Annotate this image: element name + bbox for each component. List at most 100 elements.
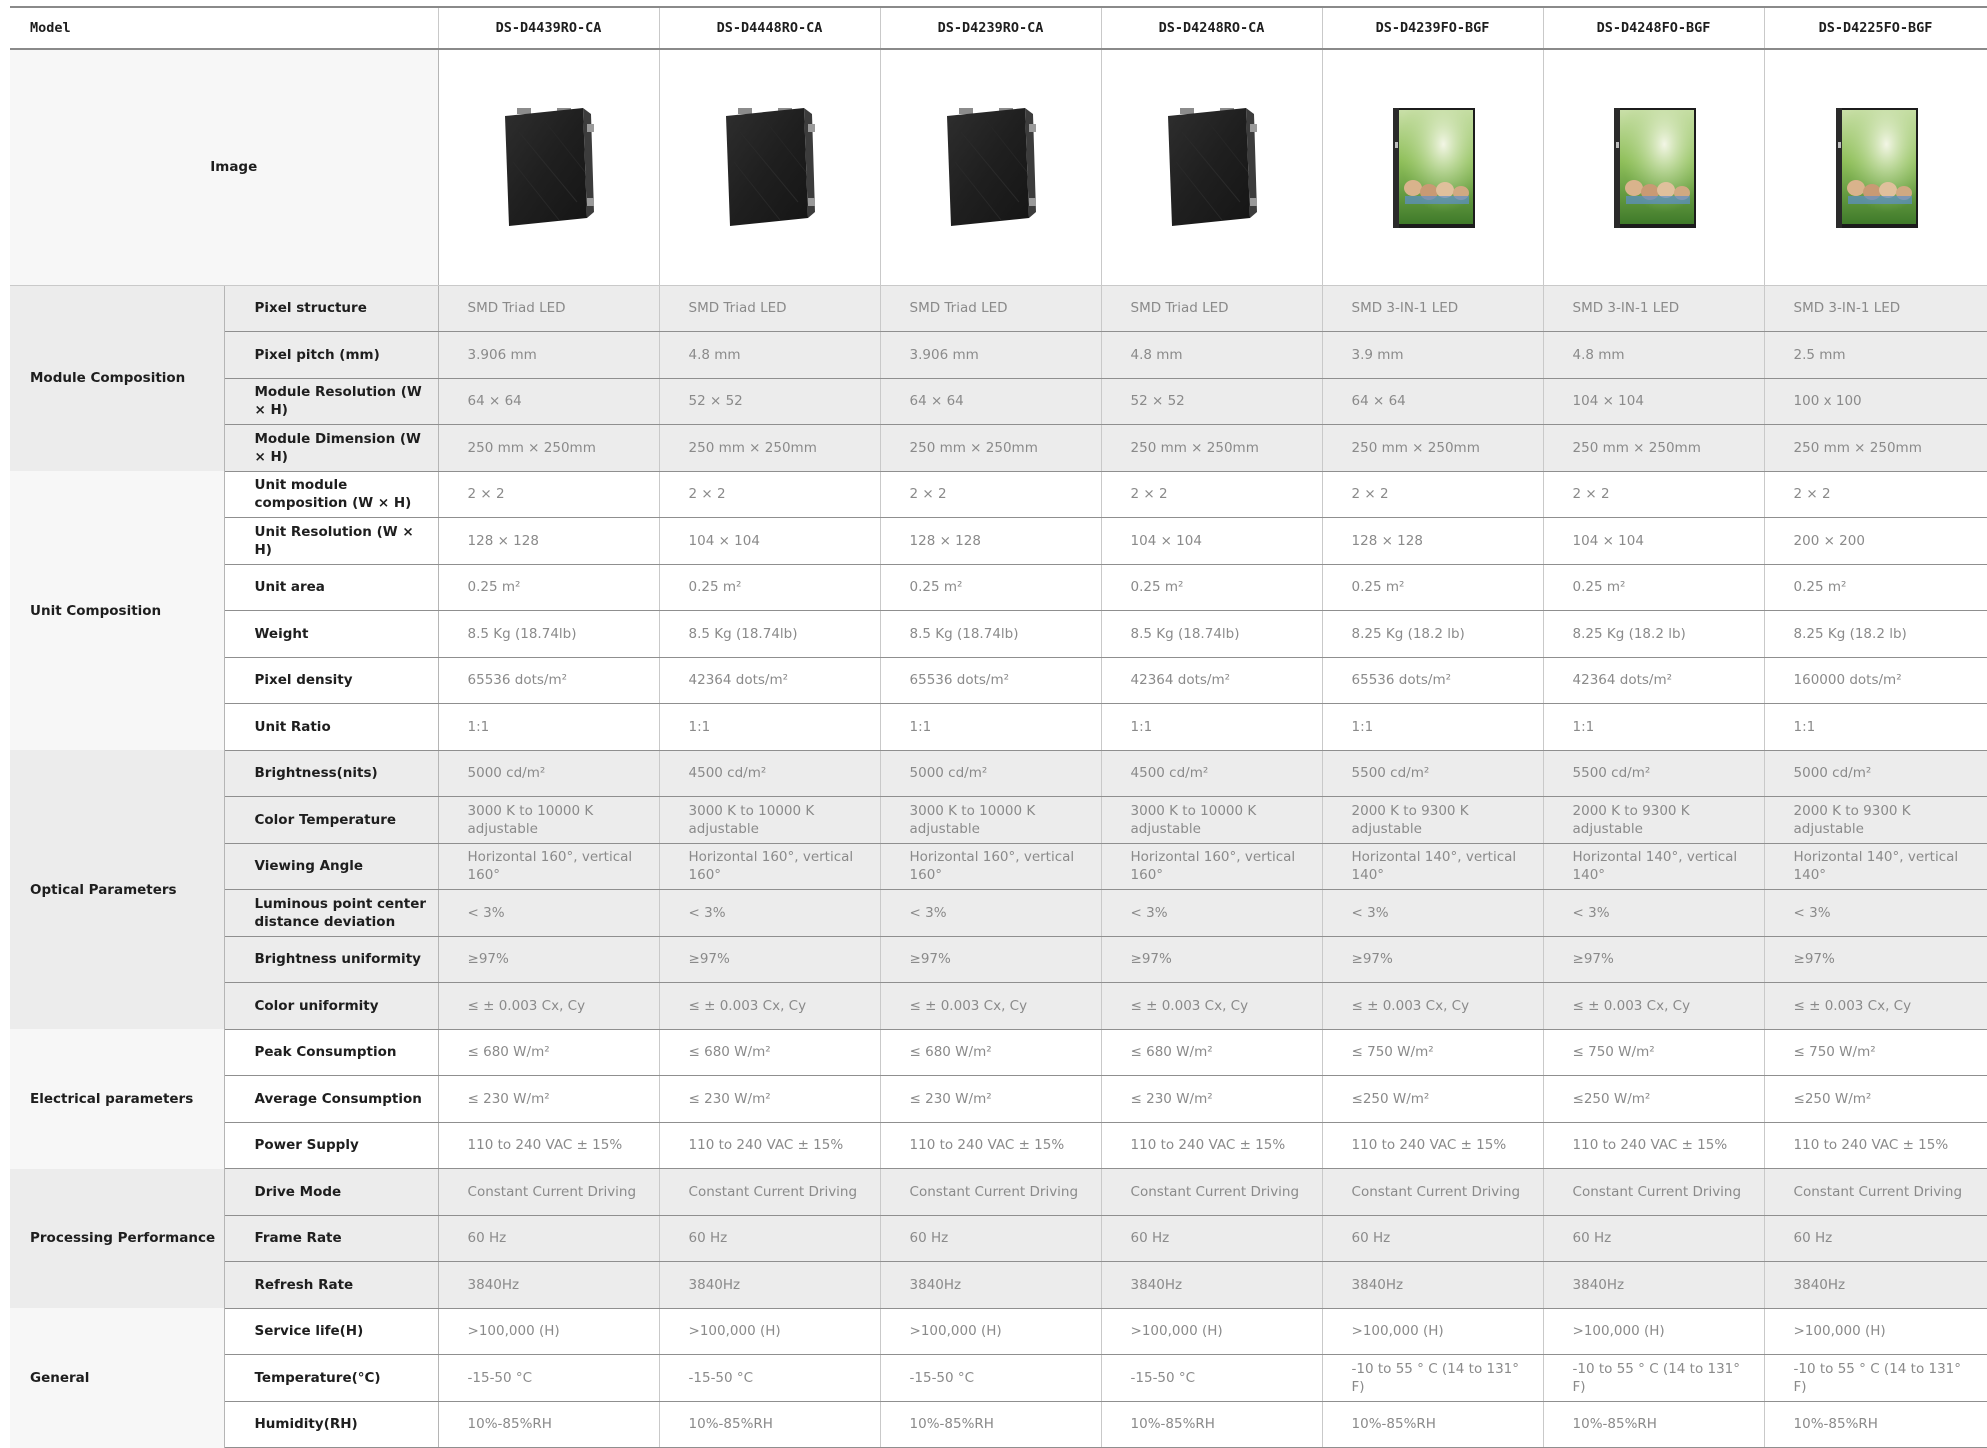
- spec-value: 250 mm × 250mm: [1101, 424, 1323, 472]
- spec-value: 60 Hz: [659, 1215, 881, 1262]
- product-image: [438, 49, 660, 286]
- model-name: DS-D4239FO-BGF: [1322, 6, 1544, 50]
- spec-value: ≥97%: [1764, 936, 1987, 983]
- spec-value: 64 × 64: [1322, 378, 1544, 425]
- spec-value: 5500 cd/m²: [1543, 750, 1765, 797]
- spec-value: ≤ 750 W/m²: [1543, 1029, 1765, 1076]
- spec-value: ≤ ± 0.003 Cx, Cy: [1543, 982, 1765, 1030]
- spec-value: 3840Hz: [659, 1261, 881, 1309]
- spec-value: 42364 dots/m²: [659, 657, 881, 704]
- spec-value: < 3%: [1322, 889, 1544, 937]
- spec-row: Module Resolution (W × H) 64 × 64 52 × 52 6…: [10, 378, 1987, 425]
- param-label: Humidity(RH): [224, 1401, 439, 1448]
- param-label: Unit area: [224, 564, 439, 611]
- spec-value: < 3%: [438, 889, 660, 937]
- spec-value: Constant Current Driving: [880, 1168, 1102, 1216]
- spec-value: >100,000 (H): [659, 1308, 881, 1355]
- spec-value: -15-50 °C: [880, 1354, 1102, 1402]
- spec-value: ≤ 230 W/m²: [438, 1075, 660, 1123]
- spec-row: Processing Performance Drive Mode Constant…: [10, 1168, 1987, 1308]
- spec-value: -10 to 55 ° C (14 to 131° F): [1322, 1354, 1544, 1402]
- param-label: Viewing Angle: [224, 843, 439, 890]
- spec-value: ≤250 W/m²: [1543, 1075, 1765, 1123]
- product-image: [880, 49, 1102, 286]
- spec-value: 42364 dots/m²: [1101, 657, 1323, 704]
- spec-value: 8.25 Kg (18.2 lb): [1322, 610, 1544, 658]
- spec-value: 2000 K to 9300 K adjustable: [1322, 796, 1544, 844]
- spec-row: Frame Rate 60 Hz 60 Hz 60 Hz 60 Hz 60 Hz 60 Hz…: [10, 1215, 1987, 1262]
- param-label: Pixel pitch (mm): [224, 331, 439, 379]
- param-label: Brightness uniformity: [224, 936, 439, 983]
- spec-value: -15-50 °C: [1101, 1354, 1323, 1402]
- spec-value: 200 × 200: [1764, 517, 1987, 565]
- spec-value: 250 mm × 250mm: [1543, 424, 1765, 472]
- spec-value: 60 Hz: [1322, 1215, 1544, 1262]
- spec-value: SMD Triad LED: [438, 285, 660, 332]
- model-name: DS-D4439RO-CA: [438, 6, 660, 50]
- spec-row: Unit Ratio 1:1 1:1 1:1 1:1 1:1 1:1 1:1: [10, 703, 1987, 751]
- spec-value: 110 to 240 VAC ± 15%: [1322, 1122, 1544, 1169]
- spec-value: 3.906 mm: [438, 331, 660, 379]
- spec-value: 5000 cd/m²: [438, 750, 660, 797]
- param-label: Color Temperature: [224, 796, 439, 844]
- spec-value: ≤ 680 W/m²: [1101, 1029, 1323, 1076]
- led-panel-dark-image: [946, 108, 1036, 227]
- param-label: Unit Ratio: [224, 703, 439, 751]
- model-name: DS-D4248RO-CA: [1101, 6, 1323, 50]
- led-panel-photo-image: [1613, 108, 1696, 229]
- spec-value: SMD 3-IN-1 LED: [1543, 285, 1765, 332]
- spec-value: 2 × 2: [1322, 471, 1544, 518]
- model-name: DS-D4225FO-BGF: [1764, 6, 1987, 50]
- spec-value: 3840Hz: [1322, 1261, 1544, 1309]
- header-row: Model DS-D4439RO-CA DS-D4448RO-CA DS-D42…: [10, 6, 1987, 50]
- spec-value: ≤ ± 0.003 Cx, Cy: [1322, 982, 1544, 1030]
- spec-value: ≥97%: [438, 936, 660, 983]
- spec-value: 8.5 Kg (18.74lb): [438, 610, 660, 658]
- spec-row: Viewing Angle Horizontal 160°, vertical 1…: [10, 843, 1987, 890]
- image-row: Image: [10, 49, 1987, 286]
- group-label: Processing Performance: [10, 1168, 225, 1308]
- spec-value: ≥97%: [1101, 936, 1323, 983]
- param-label: Module Resolution (W × H): [224, 378, 439, 425]
- spec-value: 128 × 128: [438, 517, 660, 565]
- spec-value: ≤ 750 W/m²: [1322, 1029, 1544, 1076]
- spec-value: 110 to 240 VAC ± 15%: [1543, 1122, 1765, 1169]
- spec-value: 8.5 Kg (18.74lb): [880, 610, 1102, 658]
- spec-value: 3840Hz: [1764, 1261, 1987, 1309]
- spec-value: 60 Hz: [1101, 1215, 1323, 1262]
- product-image: [659, 49, 881, 286]
- param-label: Pixel structure: [224, 285, 439, 332]
- spec-row: Module Composition Pixel structure SMD Tri…: [10, 285, 1987, 471]
- spec-value: ≤ ± 0.003 Cx, Cy: [1101, 982, 1323, 1030]
- spec-value: 2 × 2: [1764, 471, 1987, 518]
- spec-value: 3840Hz: [1101, 1261, 1323, 1309]
- spec-value: -10 to 55 ° C (14 to 131° F): [1764, 1354, 1987, 1402]
- spec-value: 4.8 mm: [1101, 331, 1323, 379]
- spec-value: 65536 dots/m²: [880, 657, 1102, 704]
- spec-value: 52 × 52: [659, 378, 881, 425]
- spec-value: 3840Hz: [880, 1261, 1102, 1309]
- spec-value: 3000 K to 10000 K adjustable: [1101, 796, 1323, 844]
- led-panel-photo-image: [1835, 108, 1918, 229]
- param-label: Power Supply: [224, 1122, 439, 1169]
- param-label: Frame Rate: [224, 1215, 439, 1262]
- spec-value: 2 × 2: [438, 471, 660, 518]
- spec-value: Horizontal 160°, vertical 160°: [880, 843, 1102, 890]
- spec-value: 1:1: [1101, 703, 1323, 751]
- spec-value: 0.25 m²: [1543, 564, 1765, 611]
- spec-row: Unit area 0.25 m² 0.25 m² 0.25 m² 0.25 m² 0.2…: [10, 564, 1987, 611]
- image-row-label: Image: [10, 49, 439, 286]
- spec-value: 65536 dots/m²: [438, 657, 660, 704]
- spec-value: 110 to 240 VAC ± 15%: [1101, 1122, 1323, 1169]
- spec-value: Constant Current Driving: [659, 1168, 881, 1216]
- spec-value: 8.25 Kg (18.2 lb): [1543, 610, 1765, 658]
- param-label: Drive Mode: [224, 1168, 439, 1216]
- model-name: DS-D4448RO-CA: [659, 6, 881, 50]
- spec-row: Pixel density 65536 dots/m² 42364 dots/m² 6…: [10, 657, 1987, 704]
- param-label: Module Dimension (W × H): [224, 424, 439, 472]
- spec-row: Pixel pitch (mm) 3.906 mm 4.8 mm 3.906 mm 4.…: [10, 331, 1987, 379]
- param-label: Luminous point center distance deviation: [224, 889, 439, 937]
- spec-value: 5500 cd/m²: [1322, 750, 1544, 797]
- spec-row: Power Supply 110 to 240 VAC ± 15% 110 to 2…: [10, 1122, 1987, 1169]
- spec-value: 5000 cd/m²: [880, 750, 1102, 797]
